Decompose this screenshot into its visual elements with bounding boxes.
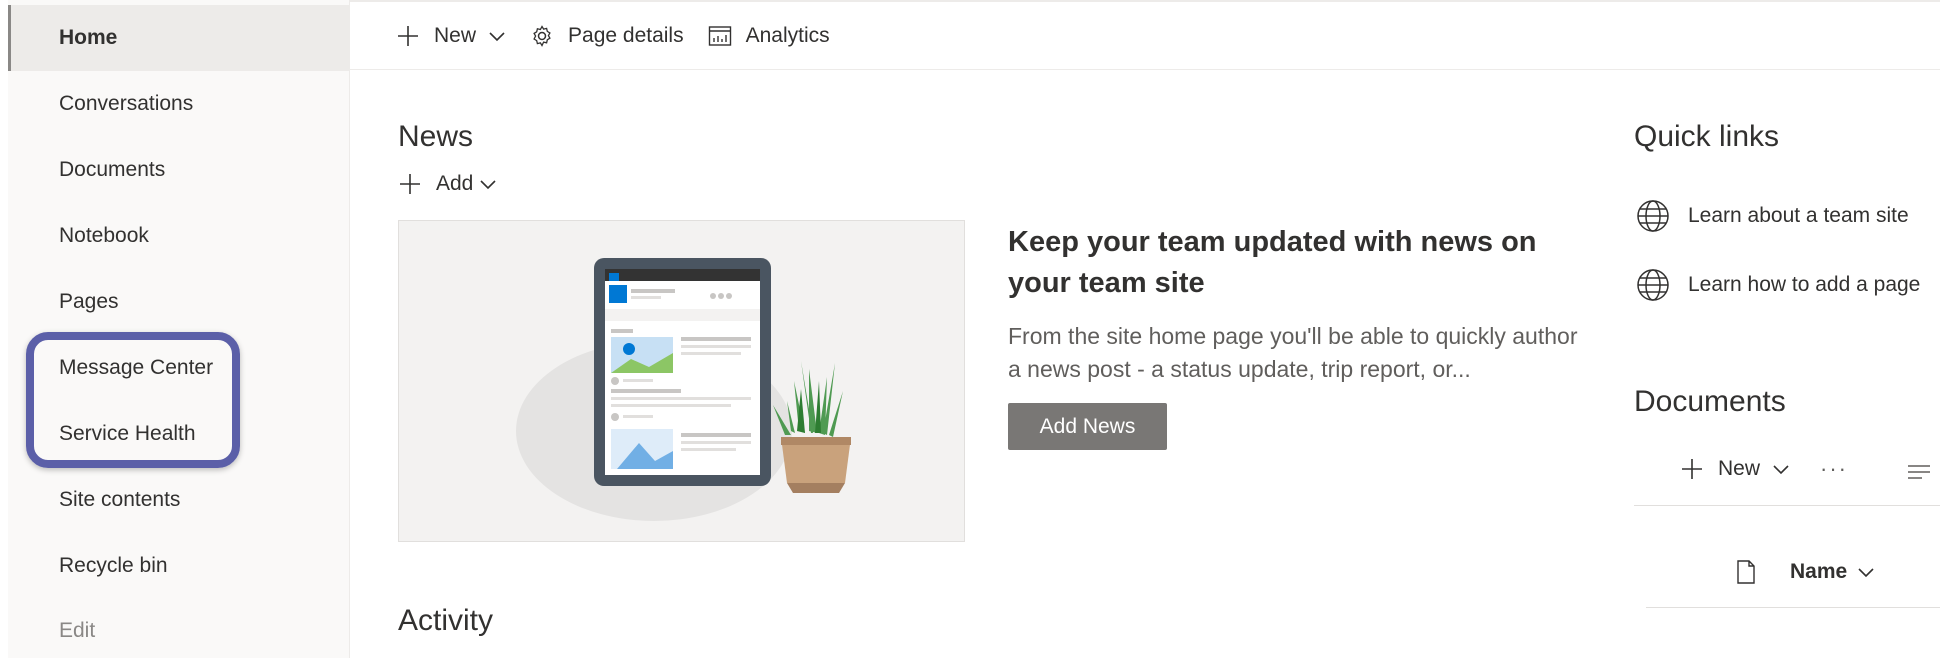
sidebar-item-site-contents[interactable]: Site contents bbox=[8, 467, 349, 533]
plus-icon bbox=[398, 25, 418, 46]
sidebar-item-label: Conversations bbox=[59, 92, 194, 115]
sidebar-item-message-center[interactable]: Message Center bbox=[8, 335, 349, 401]
activity-title: Activity bbox=[398, 604, 494, 637]
plus-icon bbox=[400, 174, 420, 194]
sidebar-item-home[interactable]: Home bbox=[8, 5, 349, 71]
analytics-label: Analytics bbox=[745, 23, 830, 47]
divider bbox=[1634, 505, 1940, 506]
page-details-button[interactable]: Page details bbox=[530, 24, 684, 48]
documents-new-label: New bbox=[1718, 457, 1761, 480]
sidebar-item-recycle-bin[interactable]: Recycle bin bbox=[8, 533, 349, 599]
sidebar-item-label: Site contents bbox=[59, 488, 181, 511]
add-label: Add bbox=[436, 172, 474, 195]
sidebar-item-label: Message Center bbox=[59, 356, 214, 379]
documents-title: Documents bbox=[1634, 385, 1786, 418]
sidebar-item-label: Documents bbox=[59, 158, 166, 181]
page-details-label: Page details bbox=[568, 23, 684, 47]
sidebar-item-label: Recycle bin bbox=[59, 554, 168, 577]
sidebar-item-service-health[interactable]: Service Health bbox=[8, 401, 349, 467]
quick-link-item[interactable]: Learn how to add a page bbox=[1636, 268, 1920, 302]
sidebar-edge bbox=[0, 0, 8, 658]
new-label: New bbox=[434, 23, 477, 47]
more-options-button[interactable]: ··· bbox=[1820, 456, 1848, 482]
file-type-icon bbox=[1737, 560, 1755, 584]
gear-icon bbox=[533, 24, 551, 47]
chevron-down-icon bbox=[480, 180, 496, 190]
sidebar-item-documents[interactable]: Documents bbox=[8, 137, 349, 203]
documents-command-bar: New ··· bbox=[1680, 456, 1848, 482]
analytics-button[interactable]: Analytics bbox=[708, 24, 830, 48]
sidebar-item-notebook[interactable]: Notebook bbox=[8, 203, 349, 269]
sidebar-item-label: Pages bbox=[59, 290, 119, 313]
sidebar-item-label: Notebook bbox=[59, 224, 149, 247]
globe-icon bbox=[1637, 269, 1669, 301]
sidebar-item-conversations[interactable]: Conversations bbox=[8, 71, 349, 137]
plus-icon bbox=[1682, 459, 1702, 479]
new-button[interactable]: New bbox=[396, 24, 506, 48]
left-navigation: Home Conversations Documents Notebook Pa… bbox=[0, 0, 350, 658]
command-bar: New Page details Analytics bbox=[350, 0, 1940, 70]
news-illustration[interactable] bbox=[398, 220, 965, 542]
sidebar-item-pages[interactable]: Pages bbox=[8, 269, 349, 335]
news-title: News bbox=[398, 120, 474, 153]
chevron-down-icon bbox=[489, 31, 505, 41]
documents-column-header: Name bbox=[1736, 560, 1875, 584]
view-options-icon[interactable] bbox=[1906, 462, 1932, 482]
quick-link-label: Learn how to add a page bbox=[1688, 273, 1921, 296]
quick-link-item[interactable]: Learn about a team site bbox=[1636, 199, 1909, 233]
quick-links-title: Quick links bbox=[1634, 120, 1780, 153]
name-column-header[interactable]: Name bbox=[1790, 560, 1875, 584]
tablet-plant-illustration bbox=[516, 258, 851, 521]
sidebar-item-label: Service Health bbox=[59, 422, 196, 445]
quick-link-label: Learn about a team site bbox=[1688, 204, 1909, 227]
news-description: From the site home page you'll be able t… bbox=[1008, 323, 1578, 382]
add-news-button[interactable]: Add News bbox=[1008, 403, 1167, 450]
add-news-dropdown[interactable]: Add bbox=[398, 172, 497, 196]
documents-new-button[interactable]: New bbox=[1680, 457, 1790, 481]
name-column-label: Name bbox=[1790, 560, 1848, 583]
chevron-down-icon bbox=[1773, 465, 1789, 475]
news-headline[interactable]: Keep your team updated with news on your… bbox=[1008, 222, 1568, 304]
sidebar-item-edit[interactable]: Edit bbox=[8, 598, 349, 658]
sidebar-item-label: Home bbox=[59, 26, 118, 49]
analytics-icon bbox=[708, 25, 731, 46]
sidebar-item-label: Edit bbox=[59, 619, 96, 642]
divider bbox=[1646, 607, 1940, 608]
chevron-down-icon bbox=[1858, 568, 1874, 578]
globe-icon bbox=[1637, 200, 1669, 232]
